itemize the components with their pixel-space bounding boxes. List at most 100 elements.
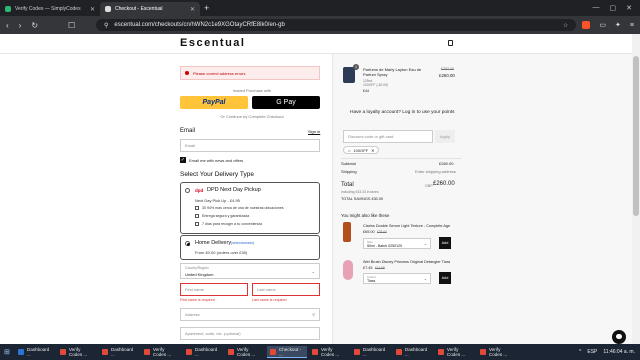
clock[interactable]: 11:46:04 a. m. bbox=[603, 349, 635, 355]
add-button[interactable]: Add bbox=[439, 237, 451, 249]
bullet-text: 30 94% mas cerca de una de nuestras ubic… bbox=[202, 206, 284, 210]
maximize-icon[interactable]: ▢ bbox=[610, 4, 617, 12]
chat-icon[interactable] bbox=[612, 330, 626, 344]
rec-size-select[interactable]: Size 50ml - Batch 0250120 ⌄ bbox=[363, 238, 431, 249]
discount-input[interactable]: Discount code or gift card bbox=[343, 130, 433, 143]
first-name-error: First name is required bbox=[180, 298, 215, 302]
gpay-button[interactable]: G Pay bbox=[252, 96, 320, 109]
remove-icon[interactable]: ✕ bbox=[371, 148, 374, 153]
country-select[interactable]: Country/Region United Kingdom ⌄ bbox=[180, 263, 320, 279]
delivery-option-dpd[interactable]: dpd DPD Next Day Pickup Next Day Pick Up… bbox=[180, 182, 320, 234]
taskbar-item-label: Dashboard ... bbox=[110, 347, 134, 357]
last-name-field[interactable]: Last name bbox=[252, 283, 320, 296]
brave-shield-icon[interactable] bbox=[582, 21, 591, 29]
quantity-badge: 1 bbox=[353, 64, 359, 70]
check-icon[interactable]: ✓ bbox=[180, 157, 186, 163]
app-icon bbox=[101, 349, 108, 355]
dpd-logo: dpd bbox=[195, 188, 204, 193]
newsletter-checkbox[interactable]: ✓ Email me with news and offers bbox=[180, 157, 243, 163]
taskbar-item-label: Verify Codes ... bbox=[236, 347, 256, 357]
taskbar-item[interactable]: Verify Codes ... bbox=[225, 346, 265, 358]
bullet-text: 7 días para recoger a tu conveniencia bbox=[202, 222, 263, 226]
rec-price: £65.00 bbox=[363, 230, 375, 234]
taskbar-item[interactable]: Verify Codes ... bbox=[435, 346, 475, 358]
rec-colour-select[interactable]: Colour Tiara ⌄ bbox=[363, 273, 431, 284]
rec-old-price: £14.99 bbox=[375, 266, 385, 270]
home-radio[interactable] bbox=[185, 241, 190, 246]
product-extra: £44 bbox=[363, 89, 369, 93]
newsletter-label: Email me with news and offers bbox=[189, 157, 244, 163]
browser-tab-checkout[interactable]: Checkout - Escentual ✕ bbox=[100, 2, 200, 16]
chevron-down-icon: ⌄ bbox=[423, 277, 427, 281]
recommend-heading: You might also like these bbox=[341, 213, 390, 218]
tag-icon: ⌂ bbox=[348, 147, 351, 153]
extensions-icon[interactable]: ✦ bbox=[615, 21, 621, 29]
sidebar-icon[interactable]: ▭ bbox=[599, 21, 606, 29]
dpd-title: DPD Next Day Pickup bbox=[207, 187, 261, 193]
product-code: 100OFF (-£0.00) bbox=[363, 83, 389, 87]
start-icon[interactable]: ⊞ bbox=[4, 348, 10, 356]
rec-image bbox=[343, 260, 353, 280]
address-bar-row: ‹ › ↻ ☐ ⚲ escentual.com/checkouts/cn/hWN… bbox=[0, 16, 640, 34]
taskbar-item[interactable]: Dashboard ... bbox=[393, 346, 433, 358]
taskbar-item[interactable]: Verify Codes ... bbox=[477, 346, 517, 358]
product-name: Parfums de Marly Layton Eau de Parfum Sp… bbox=[363, 67, 422, 77]
reload-icon[interactable]: ↻ bbox=[31, 21, 38, 30]
taskbar-item[interactable]: Verify Codes ... bbox=[57, 346, 97, 358]
site-info-icon[interactable]: ⚲ bbox=[104, 22, 108, 29]
simplycodes-icon bbox=[5, 6, 11, 12]
email-field[interactable]: Email bbox=[180, 139, 320, 152]
scrollbar-thumb[interactable] bbox=[633, 56, 639, 216]
back-icon[interactable]: ‹ bbox=[6, 21, 9, 30]
taskbar-item-label: Dashboard ... bbox=[404, 347, 428, 357]
address-field[interactable]: Address ⚲ bbox=[180, 308, 320, 321]
taskbar-item[interactable]: Verify Codes ... bbox=[141, 346, 181, 358]
taskbar-item-label: Verify Codes ... bbox=[152, 347, 172, 357]
express-label: Instant Purchase with bbox=[232, 88, 272, 93]
star-icon[interactable]: ☆ bbox=[563, 22, 568, 29]
language-indicator[interactable]: ESP bbox=[587, 349, 597, 355]
cart-icon[interactable] bbox=[448, 40, 453, 46]
browser-tab-bar: Verify Codes — SimplyCodes ✕ Checkout - … bbox=[0, 0, 640, 16]
paypal-button[interactable]: PayPal bbox=[180, 96, 248, 109]
url-field[interactable]: ⚲ escentual.com/checkouts/cn/hWN2c1e9XGO… bbox=[96, 19, 577, 31]
delivery-option-home[interactable]: Home Delivery (seleccionado) From £0.00 … bbox=[180, 235, 320, 260]
site-logo[interactable]: Escentual bbox=[180, 37, 245, 49]
chevron-up-icon[interactable]: ^ bbox=[579, 349, 581, 355]
app-icon bbox=[59, 349, 66, 355]
dpd-radio[interactable] bbox=[185, 188, 190, 193]
page-scrollbar[interactable] bbox=[632, 34, 640, 344]
rec-name[interactable]: Wet Brush Disney Princess Original Detan… bbox=[363, 260, 450, 264]
taskbar-item[interactable]: Dashboard ... bbox=[99, 346, 139, 358]
error-text: Please correct address errors bbox=[193, 70, 246, 76]
new-tab-icon[interactable]: + bbox=[204, 3, 209, 13]
minimize-icon[interactable]: — bbox=[593, 4, 600, 12]
taskbar-item-label: Checkout - ... bbox=[278, 346, 302, 357]
forward-icon[interactable]: › bbox=[19, 21, 22, 30]
taskbar-item[interactable]: Dashboard ... bbox=[183, 346, 223, 358]
close-window-icon[interactable]: ✕ bbox=[626, 4, 632, 12]
close-icon[interactable]: ✕ bbox=[90, 6, 95, 13]
browser-tab-simplycodes[interactable]: Verify Codes — SimplyCodes ✕ bbox=[0, 2, 100, 16]
shipping-value: Enter shipping address bbox=[415, 169, 456, 174]
loyalty-link[interactable]: Have a loyalty account? Log in to use yo… bbox=[350, 110, 455, 115]
apply-button[interactable]: Apply bbox=[435, 130, 455, 143]
menu-icon[interactable]: ≡ bbox=[630, 22, 634, 29]
taskbar-item[interactable]: Checkout - ... bbox=[266, 346, 307, 358]
taskbar-item[interactable]: Dashboard ... bbox=[351, 346, 391, 358]
taskbar-item[interactable]: Dashboard ... bbox=[15, 346, 55, 358]
rec-name[interactable]: Clarins Double Serum Light Texture - Com… bbox=[363, 224, 450, 228]
close-icon[interactable]: ✕ bbox=[190, 6, 195, 13]
subtotal-value: £260.00 bbox=[439, 161, 454, 166]
add-button[interactable]: Add bbox=[439, 272, 451, 284]
first-name-field[interactable]: First name bbox=[180, 283, 248, 296]
taskbar-item[interactable]: Verify Codes ... bbox=[309, 346, 349, 358]
app-icon bbox=[143, 349, 150, 355]
apartment-field[interactable]: Apartment, suite, etc. (optional) bbox=[180, 327, 320, 340]
dpd-bullet: 30 94% mas cerca de una de nuestras ubic… bbox=[195, 206, 284, 210]
taxes-note: Including £43.33 in taxes bbox=[341, 190, 379, 194]
email-heading: Email bbox=[180, 128, 196, 134]
taskbar-item-label: Verify Codes ... bbox=[320, 347, 340, 357]
bookmark-icon[interactable]: ☐ bbox=[68, 21, 75, 30]
signin-link[interactable]: Sign in bbox=[308, 129, 320, 134]
